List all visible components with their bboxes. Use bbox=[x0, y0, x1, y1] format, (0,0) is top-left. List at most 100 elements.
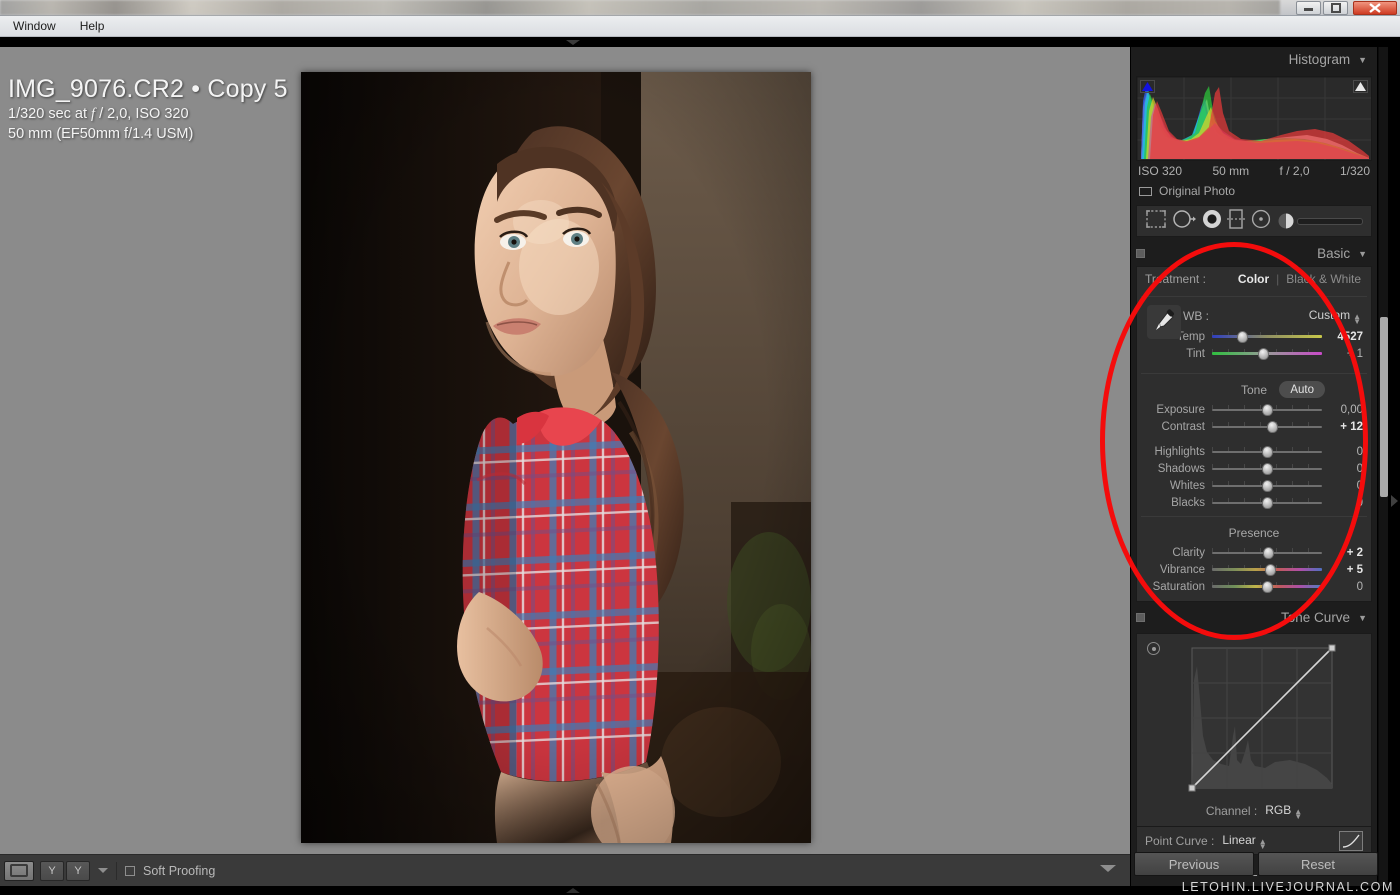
slider-row-vibrance[interactable]: Vibrance + 5 bbox=[1137, 561, 1371, 578]
toolbar-collapse-icon[interactable] bbox=[1100, 865, 1116, 872]
histogram-panel-header[interactable]: Histogram ▼ bbox=[1131, 47, 1377, 72]
watermark: LETOHIN.LIVEJOURNAL.COM bbox=[1181, 880, 1394, 894]
crop-overlay-tool[interactable] bbox=[1145, 209, 1167, 234]
slider-label: Vibrance bbox=[1159, 563, 1205, 576]
slider-track[interactable] bbox=[1212, 580, 1322, 593]
radial-filter-tool[interactable] bbox=[1250, 209, 1272, 234]
loupe-view-button[interactable] bbox=[4, 860, 34, 881]
reset-button[interactable]: Reset bbox=[1258, 852, 1378, 876]
slider-row-highlights[interactable]: Highlights 0 bbox=[1137, 443, 1371, 460]
slider-knob[interactable] bbox=[1261, 479, 1273, 492]
slider-track[interactable] bbox=[1212, 330, 1322, 343]
slider-track[interactable] bbox=[1212, 479, 1322, 492]
right-panel-collapse-bar[interactable] bbox=[1388, 47, 1400, 886]
slider-knob[interactable] bbox=[1261, 403, 1273, 416]
slider-knob[interactable] bbox=[1258, 347, 1270, 360]
treatment-bw-option[interactable]: Black & White bbox=[1286, 272, 1361, 286]
slider-row-shadows[interactable]: Shadows 0 bbox=[1137, 460, 1371, 477]
slider-track[interactable] bbox=[1212, 496, 1322, 509]
wb-value[interactable]: Custom ▲ ▼ bbox=[1309, 308, 1361, 326]
slider-row-blacks[interactable]: Blacks 0 bbox=[1137, 494, 1371, 511]
top-panel-collapse-bar[interactable] bbox=[0, 38, 1400, 47]
channel-row[interactable]: Channel : RGB ▲ ▼ bbox=[1145, 800, 1363, 822]
scrollbar-thumb[interactable] bbox=[1380, 317, 1388, 497]
stepper-icon[interactable]: ▲ ▼ bbox=[1259, 837, 1267, 850]
slider-knob[interactable] bbox=[1264, 563, 1276, 576]
spot-removal-tool[interactable] bbox=[1172, 209, 1196, 234]
soft-proofing-checkbox[interactable] bbox=[125, 865, 135, 876]
slider-track[interactable] bbox=[1212, 546, 1322, 559]
slider-label: Shadows bbox=[1157, 462, 1205, 475]
stepper-icon[interactable]: ▲ ▼ bbox=[1353, 313, 1361, 326]
chevron-down-icon[interactable]: ▼ bbox=[1358, 249, 1367, 259]
highlight-clipping-indicator[interactable] bbox=[1353, 80, 1368, 93]
before-view-button[interactable]: Y bbox=[40, 860, 64, 881]
slider-track[interactable] bbox=[1212, 347, 1322, 360]
tone-curve-panel-switch[interactable] bbox=[1136, 613, 1145, 622]
menu-item-window[interactable]: Window bbox=[10, 18, 59, 34]
graduated-filter-tool[interactable] bbox=[1227, 208, 1246, 235]
brush-size-slider[interactable] bbox=[1296, 217, 1363, 225]
histogram-graph[interactable] bbox=[1136, 76, 1372, 161]
menu-bar: Window Help bbox=[0, 16, 1400, 37]
slider-row-clarity[interactable]: Clarity + 2 bbox=[1137, 544, 1371, 561]
slider-track[interactable] bbox=[1212, 403, 1322, 416]
stepper-icon[interactable]: ▲ ▼ bbox=[1294, 808, 1302, 821]
adjustment-brush-tool[interactable] bbox=[1277, 212, 1363, 230]
histogram-svg bbox=[1137, 77, 1371, 160]
treatment-color-option[interactable]: Color bbox=[1238, 272, 1269, 286]
basic-panel-header[interactable]: Basic ▼ bbox=[1131, 241, 1377, 266]
slider-row-contrast[interactable]: Contrast + 12 bbox=[1137, 418, 1371, 435]
slider-label: Contrast bbox=[1161, 420, 1205, 433]
lightroom-shell: IMG_9076.CR2 • Copy 5 1/320 sec at f / 2… bbox=[0, 38, 1400, 895]
photo-preview[interactable] bbox=[301, 72, 811, 843]
slider-knob[interactable] bbox=[1261, 462, 1273, 475]
tone-curve-plot[interactable] bbox=[1145, 640, 1363, 800]
shadow-clipping-indicator[interactable] bbox=[1140, 80, 1155, 93]
image-canvas[interactable]: IMG_9076.CR2 • Copy 5 1/320 sec at f / 2… bbox=[0, 47, 1130, 854]
slider-knob[interactable] bbox=[1261, 580, 1273, 593]
tool-strip bbox=[1136, 205, 1372, 237]
slider-row-exposure[interactable]: Exposure 0,00 bbox=[1137, 401, 1371, 418]
photo-exposure-info: 1/320 sec at f / 2,0, ISO 320 bbox=[8, 106, 189, 122]
original-photo-row[interactable]: Original Photo bbox=[1131, 178, 1377, 205]
treatment-divider: | bbox=[1276, 272, 1280, 286]
slider-track[interactable] bbox=[1212, 445, 1322, 458]
slider-knob[interactable] bbox=[1267, 420, 1278, 433]
right-panel-scrollbar[interactable] bbox=[1378, 47, 1388, 886]
chevron-down-icon[interactable]: ▼ bbox=[1358, 613, 1367, 623]
maximize-button[interactable] bbox=[1323, 1, 1348, 15]
slider-label: Tint bbox=[1186, 347, 1205, 360]
slider-knob[interactable] bbox=[1262, 546, 1274, 559]
basic-panel-switch[interactable] bbox=[1136, 249, 1145, 258]
previous-button[interactable]: Previous bbox=[1134, 852, 1254, 876]
slider-row-tint[interactable]: Tint + 1 bbox=[1137, 345, 1371, 362]
chevron-down-icon[interactable]: ▼ bbox=[1358, 55, 1367, 65]
slider-track[interactable] bbox=[1212, 462, 1322, 475]
slider-label: Saturation bbox=[1152, 580, 1205, 593]
tone-curve-panel-header[interactable]: Tone Curve ▼ bbox=[1131, 605, 1377, 630]
red-eye-correction-tool[interactable] bbox=[1201, 209, 1223, 234]
close-button[interactable] bbox=[1353, 1, 1397, 15]
photo-info-overlay: IMG_9076.CR2 • Copy 5 1/320 sec at f / 2… bbox=[8, 75, 288, 144]
point-curve-label: Point Curve : bbox=[1145, 833, 1215, 848]
slider-row-whites[interactable]: Whites 0 bbox=[1137, 477, 1371, 494]
point-curve-row[interactable]: Point Curve : Linear ▲ ▼ bbox=[1136, 827, 1372, 855]
slider-row-saturation[interactable]: Saturation 0 bbox=[1137, 578, 1371, 595]
point-curve-value[interactable]: Linear ▲ ▼ bbox=[1222, 833, 1267, 851]
channel-value[interactable]: RGB ▲ ▼ bbox=[1265, 803, 1302, 821]
view-mode-dropdown-icon[interactable] bbox=[98, 868, 108, 873]
slider-knob[interactable] bbox=[1261, 496, 1273, 509]
white-balance-selector-tool[interactable] bbox=[1147, 305, 1181, 339]
slider-track[interactable] bbox=[1212, 563, 1322, 576]
slider-value: 0 bbox=[1356, 580, 1363, 593]
slider-knob[interactable] bbox=[1237, 330, 1249, 343]
point-curve-editor-button[interactable] bbox=[1339, 830, 1363, 851]
slider-track[interactable] bbox=[1212, 420, 1322, 433]
menu-item-help[interactable]: Help bbox=[77, 18, 108, 34]
after-view-button[interactable]: Y bbox=[66, 860, 90, 881]
auto-tone-button[interactable]: Auto bbox=[1279, 381, 1325, 398]
treatment-row: Treatment : Color | Black & White bbox=[1137, 267, 1371, 291]
slider-knob[interactable] bbox=[1261, 445, 1273, 458]
minimize-button[interactable] bbox=[1296, 1, 1321, 15]
